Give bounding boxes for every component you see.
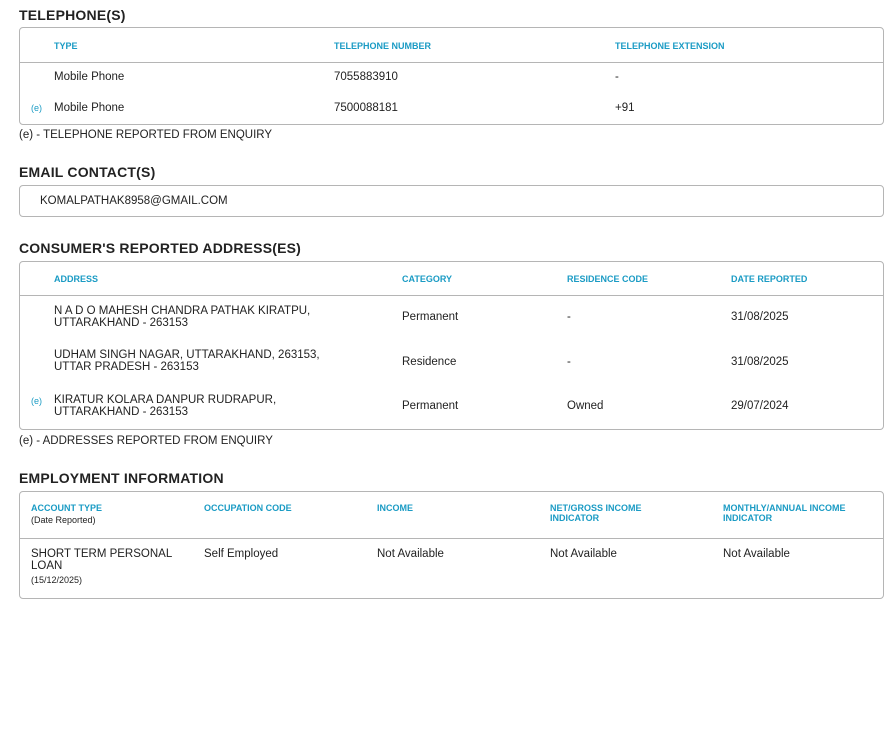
addresses-table: ADDRESS CATEGORY RESIDENCE CODE DATE REP… [19, 261, 884, 430]
telephones-note: (e) - TELEPHONE REPORTED FROM ENQUIRY [19, 129, 273, 141]
employment-table: ACCOUNT TYPE (Date Reported) OCCUPATION C… [19, 491, 884, 599]
header-date: DATE REPORTED [731, 274, 808, 284]
address-date: 29/07/2024 [731, 400, 789, 412]
header-netgross: NET/GROSS INCOME INDICATOR [550, 503, 642, 523]
employment-occupation: Self Employed [204, 548, 279, 560]
employment-account: SHORT TERM PERSONAL LOAN (15/12/2025) [31, 548, 172, 585]
header-number: TELEPHONE NUMBER [334, 41, 432, 51]
address-text: UDHAM SINGH NAGAR, UTTARAKHAND, 263153, … [54, 349, 320, 373]
address-category: Permanent [402, 311, 459, 323]
enquiry-flag: (e) [31, 103, 42, 113]
header-income: INCOME [377, 503, 413, 513]
address-date: 31/08/2025 [731, 356, 789, 368]
phone-type: Mobile Phone [54, 102, 125, 114]
telephones-title: TELEPHONE(S) [19, 7, 126, 23]
employment-monthly: Not Available [723, 548, 790, 560]
header-extension: TELEPHONE EXTENSION [615, 41, 725, 51]
table-header: ACCOUNT TYPE (Date Reported) OCCUPATION C… [20, 492, 883, 539]
table-header: TYPE TELEPHONE NUMBER TELEPHONE EXTENSIO… [20, 28, 883, 63]
email-item: KOMALPATHAK8958@GMAIL.COM [40, 195, 228, 207]
address-category: Permanent [402, 400, 459, 412]
enquiry-flag: (e) [31, 396, 42, 406]
phone-number: 7500088181 [334, 102, 398, 114]
addresses-title: CONSUMER'S REPORTED ADDRESS(ES) [19, 240, 302, 256]
address-date: 31/08/2025 [731, 311, 789, 323]
employment-netgross: Not Available [550, 548, 617, 560]
telephones-table: TYPE TELEPHONE NUMBER TELEPHONE EXTENSIO… [19, 27, 884, 125]
header-occupation: OCCUPATION CODE [204, 503, 292, 513]
address-text: KIRATUR KOLARA DANPUR RUDRAPUR, UTTARAKH… [54, 394, 277, 418]
phone-extension: +91 [615, 102, 635, 114]
address-text: N A D O MAHESH CHANDRA PATHAK KIRATPU, U… [54, 305, 311, 329]
address-category: Residence [402, 356, 457, 368]
header-category: CATEGORY [402, 274, 453, 284]
addresses-note: (e) - ADDRESSES REPORTED FROM ENQUIRY [19, 435, 273, 447]
table-header: ADDRESS CATEGORY RESIDENCE CODE DATE REP… [20, 262, 883, 296]
address-residence: - [567, 356, 571, 368]
header-address: ADDRESS [54, 274, 99, 284]
header-residence: RESIDENCE CODE [567, 274, 649, 284]
phone-extension: - [615, 71, 619, 83]
header-monthly: MONTHLY/ANNUAL INCOME INDICATOR [723, 503, 846, 523]
phone-type: Mobile Phone [54, 71, 125, 83]
header-account: ACCOUNT TYPE (Date Reported) [31, 503, 103, 525]
phone-number: 7055883910 [334, 71, 398, 83]
header-type: TYPE [54, 41, 78, 51]
emails-box: KOMALPATHAK8958@GMAIL.COM [19, 185, 884, 217]
address-residence: - [567, 311, 571, 323]
address-residence: Owned [567, 400, 604, 412]
employment-income: Not Available [377, 548, 444, 560]
emails-title: EMAIL CONTACT(S) [19, 164, 156, 180]
employment-title: EMPLOYMENT INFORMATION [19, 470, 224, 486]
